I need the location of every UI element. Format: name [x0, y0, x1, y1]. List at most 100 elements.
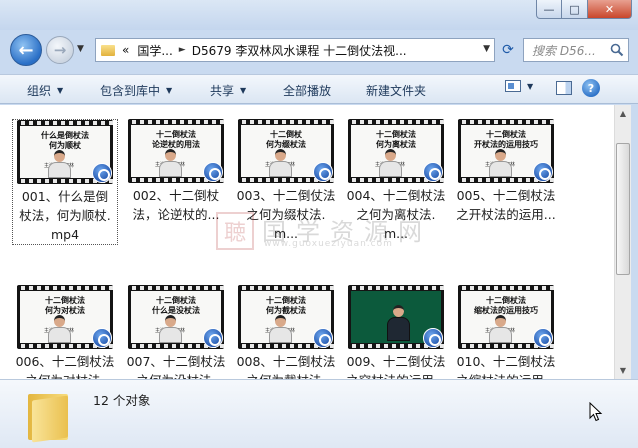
search-icon[interactable]: [610, 43, 624, 57]
presenter-figure: [487, 149, 513, 177]
arrow-right-icon: →: [53, 41, 67, 59]
scroll-thumb[interactable]: [616, 143, 630, 275]
file-item[interactable]: 十二倒杖法 何为截杖法主讲：李双林 008、十二倒杖法之何为截杖法.m...: [233, 285, 339, 379]
presenter-figure: [385, 305, 411, 343]
thumbnail-title: 十二倒杖法 开杖法的运用技巧: [474, 129, 538, 149]
media-player-icon: [92, 328, 112, 348]
video-thumbnail: 十二倒杖法 论逆杖的用法主讲：李双林: [128, 119, 224, 183]
recent-pages-dropdown[interactable]: ▼: [77, 44, 84, 54]
file-item[interactable]: 十二倒杖法 何为离杖法主讲：李双林004、十二倒杖法之何为离杖法.m...: [343, 119, 449, 243]
organize-label: 组织: [27, 84, 52, 98]
presenter-figure: [157, 149, 183, 177]
include-library-label: 包含到库中: [100, 84, 161, 98]
thumbnail-title: 十二倒杖法 何为对杖法: [45, 295, 85, 315]
address-bar[interactable]: « 国学... ► D5679 李双林风水课程 十二倒仗法视... ▼: [95, 38, 495, 62]
vertical-scrollbar[interactable]: ▲ ▼: [614, 105, 631, 379]
media-player-icon: [92, 163, 112, 183]
presenter-figure: [46, 315, 72, 343]
navigation-bar: ← → ▼ « 国学... ► D5679 李双林风水课程 十二倒仗法视... …: [0, 30, 638, 70]
chevron-right-icon[interactable]: ►: [179, 45, 186, 55]
video-thumbnail: 十二倒杖法 何为对杖法主讲：李双林: [17, 285, 113, 349]
file-name: 003、十二倒仗法之何为缀杖法.m...: [236, 188, 336, 241]
mouse-cursor-icon: [589, 402, 603, 422]
new-folder-button[interactable]: 新建文件夹: [366, 82, 426, 99]
view-icon: [505, 80, 521, 92]
file-name: 004、十二倒杖法之何为离杖法.m...: [346, 188, 446, 241]
thumbnail-title: 十二倒杖法 何为离杖法: [376, 129, 416, 149]
item-count: 12 个对象: [93, 393, 151, 408]
video-thumbnail: 十二倒杖法 开杖法的运用技巧主讲：李双林: [458, 119, 554, 183]
include-library-menu[interactable]: 包含到库中 ▼: [100, 82, 172, 99]
file-item[interactable]: 十二倒杖 何为缀杖法主讲：李双林003、十二倒仗法之何为缀杖法.m...: [233, 119, 339, 243]
breadcrumb-segment-1[interactable]: 国学...: [137, 42, 172, 59]
file-item[interactable]: 什么是倒杖法 何为顺杖主讲：李双林001、什么是倒杖法，何为顺杖.mp4: [12, 119, 118, 245]
share-label: 共享: [210, 84, 235, 98]
media-player-icon: [313, 328, 333, 348]
file-name: 007、十二倒杖法之何为没杖法.m...: [126, 354, 226, 379]
help-icon[interactable]: ?: [582, 79, 600, 97]
play-all-button[interactable]: 全部播放: [283, 82, 331, 99]
media-player-icon: [313, 162, 333, 182]
chevron-down-icon[interactable]: ▼: [483, 44, 490, 54]
file-item[interactable]: 十二倒杖法 什么是没杖法主讲：李双林 007、十二倒杖法之何为没杖法.m...: [123, 285, 229, 379]
media-player-icon: [533, 162, 553, 182]
breadcrumb-segment-2[interactable]: D5679 李双林风水课程 十二倒仗法视...: [192, 42, 407, 59]
video-thumbnail: 十二倒杖法 何为截杖法主讲：李双林: [238, 285, 334, 349]
scroll-down-arrow-icon[interactable]: ▼: [615, 362, 631, 379]
presenter-figure: [46, 150, 72, 178]
share-menu[interactable]: 共享 ▼: [210, 82, 246, 99]
play-all-label: 全部播放: [283, 84, 332, 98]
file-item[interactable]: 009、十二倒仗法之穿杖法的运用...: [343, 285, 449, 379]
file-name: 008、十二倒杖法之何为截杖法.m...: [236, 354, 336, 379]
address-overflow[interactable]: «: [122, 43, 129, 57]
caption-buttons: — □ ✕: [536, 0, 632, 19]
window-border: [631, 105, 638, 379]
presenter-figure: [267, 149, 293, 177]
file-list: 什么是倒杖法 何为顺杖主讲：李双林001、什么是倒杖法，何为顺杖.mp4十二倒杖…: [0, 105, 614, 379]
scroll-up-arrow-icon[interactable]: ▲: [615, 105, 631, 122]
new-folder-label: 新建文件夹: [366, 84, 427, 98]
file-item[interactable]: 十二倒杖法 论逆杖的用法主讲：李双林 002、十二倒杖法，论逆杖的...: [123, 119, 229, 224]
chevron-down-icon: ▼: [166, 86, 173, 95]
file-name: 001、什么是倒杖法，何为顺杖.mp4: [19, 189, 111, 242]
organize-menu[interactable]: 组织 ▼: [27, 82, 63, 99]
command-toolbar: 组织 ▼ 包含到库中 ▼ 共享 ▼ 全部播放 新建文件夹 ▼ ?: [0, 74, 638, 104]
presenter-figure: [267, 315, 293, 343]
search-input[interactable]: 搜索 D56...: [523, 38, 629, 62]
thumbnail-title: 十二倒杖 何为缀杖法: [266, 129, 306, 149]
media-player-icon: [203, 162, 223, 182]
details-pane: 12 个对象: [0, 379, 638, 448]
file-name: 002、十二倒杖法，论逆杖的...: [132, 188, 220, 222]
preview-pane-icon[interactable]: [556, 81, 572, 95]
file-item[interactable]: 十二倒杖法 开杖法的运用技巧主讲：李双林 005、十二倒杖法之开杖法的运用...: [453, 119, 559, 224]
video-thumbnail: 十二倒杖 何为缀杖法主讲：李双林: [238, 119, 334, 183]
presenter-figure: [487, 315, 513, 343]
file-name: 005、十二倒杖法之开杖法的运用...: [456, 188, 556, 222]
video-thumbnail: 十二倒杖法 什么是没杖法主讲：李双林: [128, 285, 224, 349]
thumbnail-title: 十二倒杖法 论逆杖的用法: [152, 129, 200, 149]
back-button[interactable]: ←: [10, 34, 42, 66]
video-thumbnail: [348, 285, 444, 349]
change-view-button[interactable]: ▼: [505, 80, 533, 92]
chevron-down-icon: ▼: [527, 81, 534, 91]
media-player-icon: [423, 328, 443, 348]
forward-button[interactable]: →: [46, 36, 74, 64]
folder-icon: [101, 44, 115, 56]
video-thumbnail: 十二倒杖法 缩杖法的运用技巧主讲：李双林: [458, 285, 554, 349]
file-name: 009、十二倒仗法之穿杖法的运用...: [346, 354, 446, 379]
thumbnail-title: 十二倒杖法 何为截杖法: [266, 295, 306, 315]
thumbnail-title: 十二倒杖法 缩杖法的运用技巧: [474, 295, 538, 315]
media-player-icon: [423, 162, 443, 182]
media-player-icon: [533, 328, 553, 348]
close-button[interactable]: ✕: [588, 0, 632, 19]
refresh-icon: ⟳: [502, 42, 514, 58]
chevron-down-icon: ▼: [240, 86, 247, 95]
file-item[interactable]: 十二倒杖法 何为对杖法主讲：李双林 006、十二倒杖法之何为对杖法.m...: [12, 285, 118, 379]
file-item[interactable]: 十二倒杖法 缩杖法的运用技巧主讲：李双林 010、十二倒杖法之缩杖法的运用...: [453, 285, 559, 379]
minimize-button[interactable]: —: [536, 0, 562, 19]
video-thumbnail: 十二倒杖法 何为离杖法主讲：李双林: [348, 119, 444, 183]
refresh-button[interactable]: ⟳: [496, 38, 520, 62]
file-name: 006、十二倒杖法之何为对杖法.m...: [15, 354, 115, 379]
presenter-figure: [157, 315, 183, 343]
maximize-button[interactable]: □: [562, 0, 588, 19]
